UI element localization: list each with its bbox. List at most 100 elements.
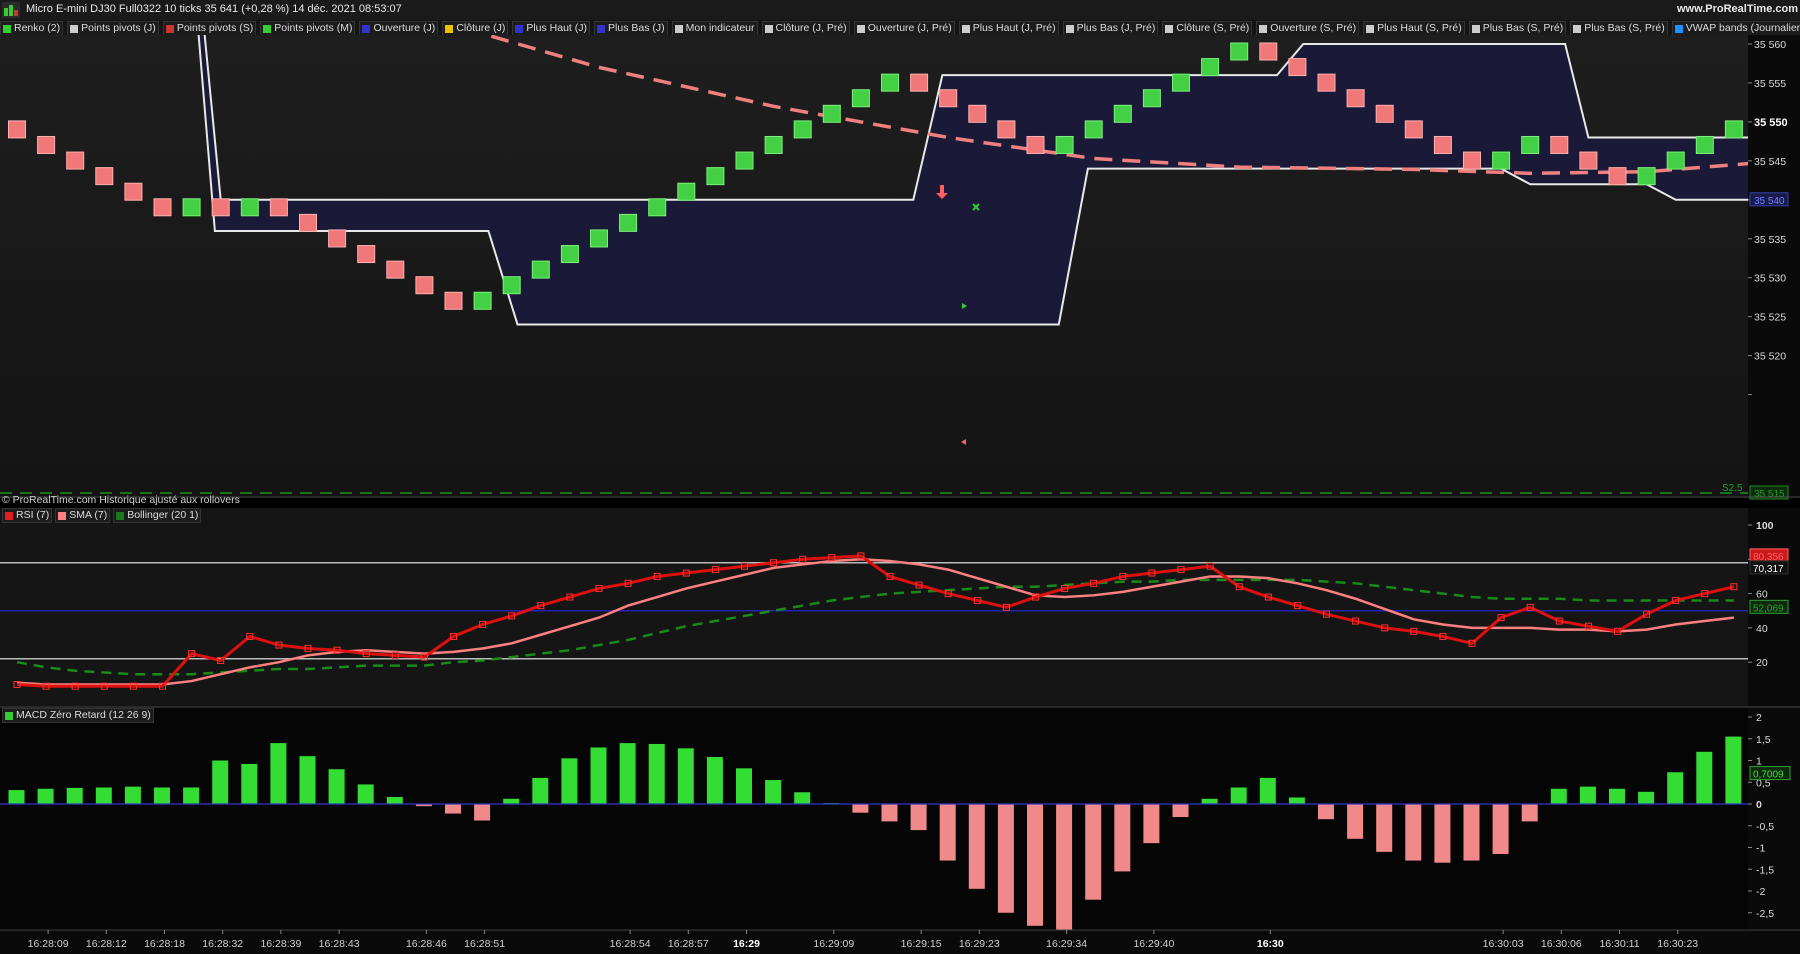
legend-label: Renko (2) bbox=[14, 22, 61, 34]
brick-body bbox=[881, 73, 899, 92]
legend-item[interactable]: Plus Bas (J) bbox=[594, 21, 668, 35]
brick-body bbox=[1637, 167, 1656, 186]
legend-item[interactable]: Ouverture (J) bbox=[359, 21, 439, 35]
macd-tick-label: 2 bbox=[1756, 712, 1762, 724]
legend-label: Plus Haut (J, Pré) bbox=[972, 22, 1056, 34]
legend-item[interactable]: Clôture (S, Pré) bbox=[1162, 21, 1253, 35]
brick-body bbox=[1492, 151, 1511, 170]
brick-body bbox=[1230, 42, 1249, 61]
price-tick-label: 35 545 bbox=[1754, 156, 1786, 168]
renko-brick bbox=[1579, 151, 1598, 170]
macd-legend-item[interactable]: MACD Zéro Retard (12 26 9) bbox=[2, 708, 154, 723]
legend-item[interactable]: Plus Haut (J, Pré) bbox=[958, 21, 1059, 35]
macd-tick-label: -1,5 bbox=[1756, 864, 1774, 876]
renko-brick bbox=[560, 245, 579, 264]
brick-body bbox=[124, 182, 143, 201]
macd-bar bbox=[677, 748, 694, 804]
renko-brick bbox=[444, 291, 463, 310]
brick-body bbox=[1113, 104, 1132, 123]
color-swatch-icon bbox=[165, 24, 174, 33]
rsi-legend-item[interactable]: SMA (7) bbox=[55, 508, 111, 523]
legend-item[interactable]: Clôture (J) bbox=[442, 21, 509, 35]
s25-label: S2.5 bbox=[1722, 483, 1743, 494]
price-tick-label: 35 520 bbox=[1754, 351, 1786, 363]
rsi-tick-label: 60 bbox=[1756, 589, 1768, 601]
renko-brick bbox=[8, 120, 26, 139]
renko-brick bbox=[357, 245, 376, 264]
macd-bar bbox=[154, 787, 170, 804]
legend-label: Clôture (J) bbox=[456, 22, 506, 34]
macd-bar bbox=[1201, 798, 1218, 804]
macd-bar bbox=[881, 804, 898, 822]
renko-brick bbox=[1550, 135, 1569, 154]
macd-bar bbox=[1056, 804, 1073, 931]
color-swatch-icon bbox=[5, 711, 13, 720]
legend-label: Ouverture (J, Pré) bbox=[867, 22, 952, 34]
legend-item[interactable]: Points pivots (J) bbox=[67, 21, 159, 35]
brick-body bbox=[793, 120, 812, 139]
macd-bar bbox=[997, 804, 1014, 913]
prorealtime-logo-icon bbox=[2, 2, 20, 18]
macd-bar bbox=[503, 798, 520, 804]
brick-body bbox=[1055, 135, 1074, 154]
renko-brick bbox=[153, 198, 172, 217]
time-tick-label: 16:28:39 bbox=[260, 938, 301, 950]
legend-label: Ouverture (J) bbox=[373, 22, 436, 34]
copyright-text: © ProRealTime.com Historique ajusté aux … bbox=[2, 494, 240, 506]
renko-brick bbox=[939, 89, 958, 108]
charts-canvas[interactable]: S2.5 35 560 35 555 35 545 35 535 35 530 35 525… bbox=[0, 35, 1800, 954]
renko-brick bbox=[269, 198, 288, 217]
renko-brick bbox=[1724, 120, 1743, 139]
color-swatch-icon bbox=[1674, 24, 1683, 33]
renko-brick bbox=[1172, 73, 1190, 92]
brick-body bbox=[939, 89, 958, 108]
color-swatch-icon bbox=[3, 24, 11, 33]
legend-item[interactable]: Plus Haut (J) bbox=[512, 21, 591, 35]
renko-brick bbox=[502, 276, 521, 295]
legend-item[interactable]: Ouverture (S, Pré) bbox=[1256, 21, 1360, 35]
macd-bar bbox=[299, 756, 316, 804]
renko-brick bbox=[1288, 58, 1307, 77]
rsi-legend-item[interactable]: Bollinger (20 1) bbox=[113, 508, 202, 523]
time-tick-label: 16:28:18 bbox=[144, 938, 185, 950]
rsi-value-label: 70,317 bbox=[1753, 564, 1784, 575]
macd-bar bbox=[474, 804, 491, 821]
legend-item[interactable]: Points pivots (M) bbox=[260, 21, 356, 35]
rsi-legend-label: SMA (7) bbox=[69, 509, 108, 521]
renko-brick bbox=[822, 104, 841, 123]
legend-item[interactable]: Plus Bas (S, Pré) bbox=[1468, 21, 1567, 35]
macd-bar bbox=[1696, 751, 1713, 804]
legend-item[interactable]: Ouverture (J, Pré) bbox=[853, 21, 955, 35]
macd-bar bbox=[619, 743, 636, 804]
legend-item[interactable]: VWAP bands (Journalier) bbox=[1671, 21, 1800, 35]
site-link[interactable]: www.ProRealTime.com bbox=[1677, 3, 1798, 15]
color-swatch-icon bbox=[1366, 24, 1375, 33]
brick-body bbox=[269, 198, 288, 217]
brick-body bbox=[299, 213, 317, 232]
legend-item[interactable]: Plus Bas (S, Pré) bbox=[1570, 21, 1668, 35]
legend-label: Plus Bas (S, Pré) bbox=[1482, 22, 1564, 34]
macd-bar bbox=[183, 787, 200, 804]
macd-bar bbox=[561, 758, 578, 804]
brick-body bbox=[182, 198, 201, 217]
legend-item[interactable]: Clôture (J, Pré) bbox=[761, 21, 850, 35]
macd-bar bbox=[241, 763, 258, 804]
title-bar: Micro E-mini DJ30 Full0322 10 ticks 35 6… bbox=[0, 0, 1800, 21]
renko-brick bbox=[211, 198, 230, 217]
rsi-legend-item[interactable]: RSI (7) bbox=[2, 508, 53, 523]
renko-brick bbox=[735, 151, 754, 170]
legend-item[interactable]: Plus Haut (S, Pré) bbox=[1363, 21, 1465, 35]
rsi-legend: RSI (7) SMA (7) Bollinger (20 1) bbox=[2, 507, 204, 523]
brick-body bbox=[1521, 135, 1540, 154]
macd-legend-label: MACD Zéro Retard (12 26 9) bbox=[16, 709, 151, 721]
time-tick-label: 16:29 bbox=[733, 938, 760, 950]
time-tick-label: 16:28:32 bbox=[202, 938, 243, 950]
brick-body bbox=[328, 229, 347, 248]
macd-bar bbox=[1521, 804, 1538, 822]
time-tick-label: 16:29:40 bbox=[1133, 938, 1174, 950]
legend-item[interactable]: Renko (2) bbox=[0, 21, 64, 35]
legend-item[interactable]: Plus Bas (J, Pré) bbox=[1062, 21, 1159, 35]
legend-item[interactable]: Points pivots (S) bbox=[162, 21, 257, 35]
macd-bar bbox=[1638, 791, 1655, 804]
legend-item[interactable]: Mon indicateur bbox=[671, 21, 758, 35]
